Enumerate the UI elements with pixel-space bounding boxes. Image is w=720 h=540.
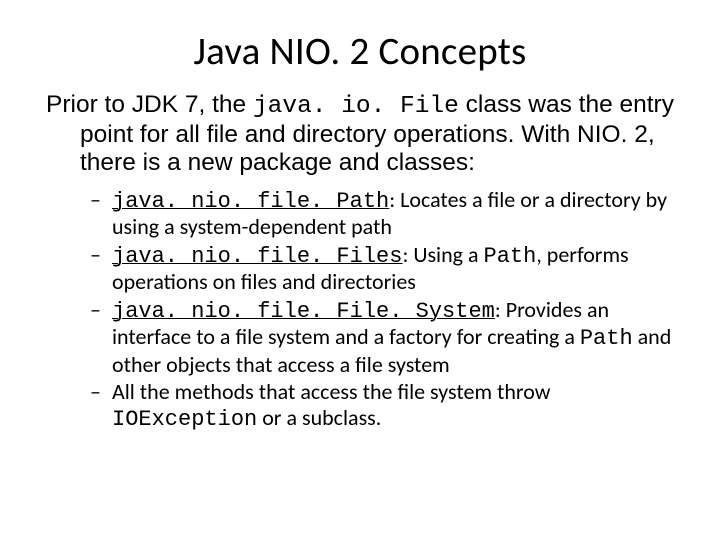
bullet-code: java. nio. file. File. System (112, 299, 495, 324)
slide-title: Java NIO. 2 Concepts (46, 28, 674, 75)
bullet-code: java. nio. file. Files (112, 244, 402, 269)
bullet-pre: Using a (413, 241, 483, 268)
bullet-list: java. nio. file. Path: Locates a file or… (46, 187, 674, 433)
list-item: java. nio. file. Files: Using a Path, pe… (90, 242, 674, 295)
list-item: java. nio. file. File. System: Provides … (90, 297, 674, 378)
bullet-sep: : (402, 241, 413, 268)
list-item: All the methods that access the file sys… (90, 379, 674, 432)
bullet-mid-code: IOException (112, 407, 257, 432)
list-item: java. nio. file. Path: Locates a file or… (90, 187, 674, 240)
bullet-sep: : (495, 296, 506, 323)
slide: Java NIO. 2 Concepts Prior to JDK 7, the… (0, 0, 720, 540)
bullet-pre: All the methods that access the file sys… (112, 378, 551, 405)
bullet-code: java. nio. file. Path (112, 189, 389, 214)
intro-paragraph: Prior to JDK 7, the java. io. File class… (46, 91, 674, 177)
intro-code: java. io. File (253, 93, 459, 120)
bullet-post: or a subclass. (257, 404, 381, 431)
bullet-mid-code: Path (484, 244, 537, 269)
bullet-mid-code: Path (580, 326, 633, 351)
intro-lead: Prior to JDK 7, the (46, 91, 253, 118)
bullet-sep: : (389, 186, 400, 213)
